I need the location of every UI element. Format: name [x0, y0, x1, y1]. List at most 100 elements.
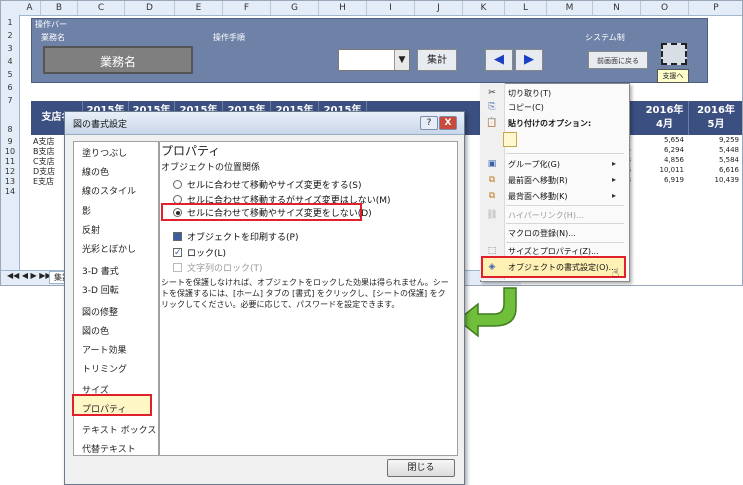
procedure-combo[interactable]: ▼ — [338, 49, 410, 71]
label-system: システム制 — [585, 33, 625, 42]
category-item[interactable]: 線のスタイル — [82, 184, 136, 197]
branch-cell[interactable]: E支店 — [33, 176, 54, 187]
column-header[interactable]: E — [175, 1, 223, 15]
menu-group[interactable]: グループ化(G) — [508, 159, 560, 170]
data-cell[interactable]: 9,259 — [699, 136, 739, 144]
column-header[interactable]: F — [223, 1, 271, 15]
row-header[interactable]: 5 — [1, 70, 19, 79]
option-label[interactable]: セルに合わせて移動やサイズ変更をしない(D) — [187, 206, 372, 219]
menu-bring-front[interactable]: 最前面へ移動(R) — [508, 175, 568, 186]
row-header[interactable]: 14 — [1, 187, 19, 196]
header-2016-4: 2016年 4月 — [641, 101, 689, 135]
gyomu-button[interactable]: 業務名 — [43, 46, 193, 74]
category-item[interactable]: サイズ — [82, 383, 109, 396]
category-item[interactable]: 光彩とぼかし — [82, 242, 136, 255]
row-header[interactable]: 12 — [1, 167, 19, 176]
arrow-right-icon[interactable]: ▶ — [515, 49, 543, 71]
checkbox-label[interactable]: ロック(L) — [187, 246, 226, 259]
checkbox-label[interactable]: オブジェクトを印刷する(P) — [187, 230, 298, 243]
column-header[interactable]: N — [593, 1, 641, 15]
column-header[interactable]: H — [319, 1, 367, 15]
category-item[interactable]: トリミング — [82, 362, 127, 375]
column-header[interactable]: M — [547, 1, 593, 15]
category-item[interactable]: 塗りつぶし — [82, 146, 127, 159]
column-header[interactable]: J — [415, 1, 463, 15]
close-button[interactable]: 閉じる — [387, 459, 455, 477]
radio-move-size[interactable] — [173, 180, 182, 189]
menu-paste-options: 貼り付けのオプション: — [508, 119, 592, 128]
menu-hyperlink: ハイパーリンク(H)... — [508, 211, 584, 220]
row-header[interactable]: 2 — [1, 31, 19, 40]
row-header[interactable]: 8 — [1, 125, 19, 134]
data-cell[interactable]: 6,616 — [699, 166, 739, 174]
shien-button[interactable]: 支援へ — [657, 69, 689, 83]
row-header[interactable]: 3 — [1, 44, 19, 53]
data-cell[interactable]: 6,294 — [644, 146, 684, 154]
category-item[interactable]: 反射 — [82, 223, 100, 236]
column-header[interactable]: O — [641, 1, 689, 15]
column-header[interactable]: L — [505, 1, 547, 15]
submenu-arrow-icon: ▸ — [612, 159, 617, 168]
checkbox-label: 文字列のロック(T) — [187, 264, 263, 274]
sheet-nav-icon[interactable]: ◀◀ ◀ ▶ ▶▶ — [7, 271, 52, 280]
menu-separator — [506, 153, 624, 154]
column-header[interactable]: A — [19, 1, 41, 15]
row-header[interactable]: 9 — [1, 137, 19, 146]
close-icon[interactable]: X — [439, 116, 457, 130]
category-item[interactable]: 3-D 書式 — [82, 264, 119, 277]
menu-separator — [506, 223, 624, 224]
category-item[interactable]: 影 — [82, 204, 91, 217]
column-header[interactable]: B — [41, 1, 78, 15]
category-item[interactable]: 代替テキスト — [82, 442, 136, 455]
menu-format-object[interactable]: オブジェクトの書式設定(O)... — [508, 262, 616, 273]
column-header[interactable]: K — [463, 1, 505, 15]
checkbox-print[interactable] — [173, 232, 182, 241]
option-label[interactable]: セルに合わせて移動やサイズ変更をする(S) — [187, 178, 361, 191]
category-item[interactable]: アート効果 — [82, 343, 126, 356]
column-header[interactable]: I — [367, 1, 415, 15]
menu-cut[interactable]: 切り取り(T) — [508, 88, 551, 99]
checkbox-lock[interactable]: ✓ — [173, 248, 182, 258]
category-item[interactable]: テキスト ボックス — [82, 423, 156, 436]
data-cell[interactable]: 4,856 — [644, 156, 684, 164]
category-item-selected[interactable]: プロパティ — [82, 402, 126, 415]
system-icon[interactable] — [661, 43, 687, 65]
row-header[interactable]: 11 — [1, 157, 19, 166]
data-cell[interactable]: 5,654 — [644, 136, 684, 144]
menu-separator — [506, 242, 624, 243]
radio-no-move[interactable] — [173, 208, 182, 217]
data-cell[interactable]: 5,448 — [699, 146, 739, 154]
row-header[interactable]: 6 — [1, 83, 19, 92]
dialog-title: 図の書式設定 — [73, 120, 128, 130]
category-item[interactable]: 図の修整 — [82, 305, 118, 318]
help-icon[interactable]: ? — [420, 116, 438, 130]
row-header[interactable]: 4 — [1, 57, 19, 66]
menu-assign-macro[interactable]: マクロの登録(N)... — [508, 228, 576, 239]
row-header[interactable]: 13 — [1, 177, 19, 186]
category-item[interactable]: 3-D 回転 — [82, 283, 119, 296]
data-cell[interactable]: 10,011 — [644, 166, 685, 174]
category-item[interactable]: 図の色 — [82, 324, 109, 337]
row-header[interactable]: 1 — [1, 18, 19, 27]
column-header[interactable]: C — [78, 1, 125, 15]
category-item[interactable]: 線の色 — [82, 165, 109, 178]
hyperlink-icon: ⛓ — [486, 210, 498, 220]
menu-copy[interactable]: コピー(C) — [508, 102, 544, 113]
menu-send-back[interactable]: 最背面へ移動(K) — [508, 191, 568, 202]
column-header[interactable]: P — [689, 1, 742, 15]
column-header[interactable]: G — [271, 1, 319, 15]
shukei-button[interactable]: 集計 — [417, 49, 457, 71]
paste-option-icon[interactable] — [503, 132, 517, 147]
row-header[interactable]: 10 — [1, 147, 19, 156]
row-header-bar — [1, 15, 20, 277]
data-cell[interactable]: 10,439 — [699, 176, 740, 184]
back-button[interactable]: 前画面に戻る — [588, 51, 648, 69]
arrow-left-icon[interactable]: ◀ — [485, 49, 513, 71]
column-header[interactable]: D — [125, 1, 175, 15]
row-header[interactable]: 7 — [1, 96, 19, 105]
dialog-titlebar[interactable]: 図の書式設定 ? X — [65, 112, 464, 135]
chevron-down-icon[interactable]: ▼ — [394, 50, 409, 70]
submenu-arrow-icon: ▸ — [612, 191, 617, 200]
data-cell[interactable]: 5,584 — [699, 156, 739, 164]
data-cell[interactable]: 6,919 — [644, 176, 684, 184]
